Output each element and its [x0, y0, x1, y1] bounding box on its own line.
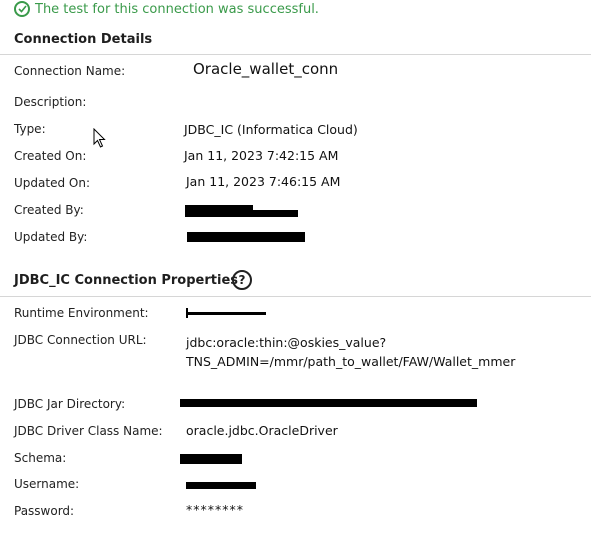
username-redaction: [186, 482, 256, 489]
password-value: ********: [186, 502, 244, 517]
jar-directory-label: JDBC Jar Directory:: [14, 397, 126, 411]
username-label: Username:: [14, 477, 80, 491]
connection-properties-heading: JDBC_IC Connection Properties: [14, 273, 238, 288]
jdbc-url-label: JDBC Connection URL:: [14, 333, 147, 347]
created-by-redaction-2: [185, 210, 298, 217]
type-value: JDBC_IC (Informatica Cloud): [184, 122, 358, 137]
schema-redaction: [180, 454, 242, 464]
created-on-value: Jan 11, 2023 7:42:15 AM: [184, 148, 339, 163]
jdbc-url-line-1: jdbc:oracle:thin:@oskies_value?: [186, 335, 387, 350]
connection-details-heading: Connection Details: [14, 32, 153, 47]
connection-name-label: Connection Name:: [14, 64, 126, 78]
driver-class-value: oracle.jdbc.OracleDriver: [186, 423, 338, 438]
section-divider: [0, 54, 591, 55]
updated-by-label: Updated By:: [14, 230, 88, 244]
check-circle-icon: [14, 1, 30, 17]
mouse-pointer-icon: [93, 127, 107, 152]
runtime-environment-label: Runtime Environment:: [14, 306, 149, 320]
updated-on-label: Updated On:: [14, 176, 90, 190]
test-success-message: The test for this connection was success…: [14, 1, 319, 17]
runtime-environment-redaction-mark: [186, 308, 188, 318]
connection-name-value: Oracle_wallet_conn: [193, 60, 339, 78]
success-text: The test for this connection was success…: [35, 1, 319, 17]
created-on-label: Created On:: [14, 149, 87, 163]
jar-directory-redaction: [180, 399, 477, 407]
runtime-environment-redaction: [186, 312, 266, 315]
help-icon[interactable]: ?: [232, 270, 252, 290]
driver-class-label: JDBC Driver Class Name:: [14, 424, 163, 438]
type-label: Type:: [14, 122, 46, 136]
schema-label: Schema:: [14, 451, 67, 465]
jdbc-url-line-2: TNS_ADMIN=/mmr/path_to_wallet/FAW/Wallet…: [186, 354, 516, 369]
section-divider: [0, 296, 591, 297]
description-label: Description:: [14, 95, 87, 109]
created-by-label: Created By:: [14, 203, 84, 217]
password-label: Password:: [14, 504, 75, 518]
updated-by-redaction: [187, 232, 305, 242]
updated-on-value: Jan 11, 2023 7:46:15 AM: [186, 174, 341, 189]
